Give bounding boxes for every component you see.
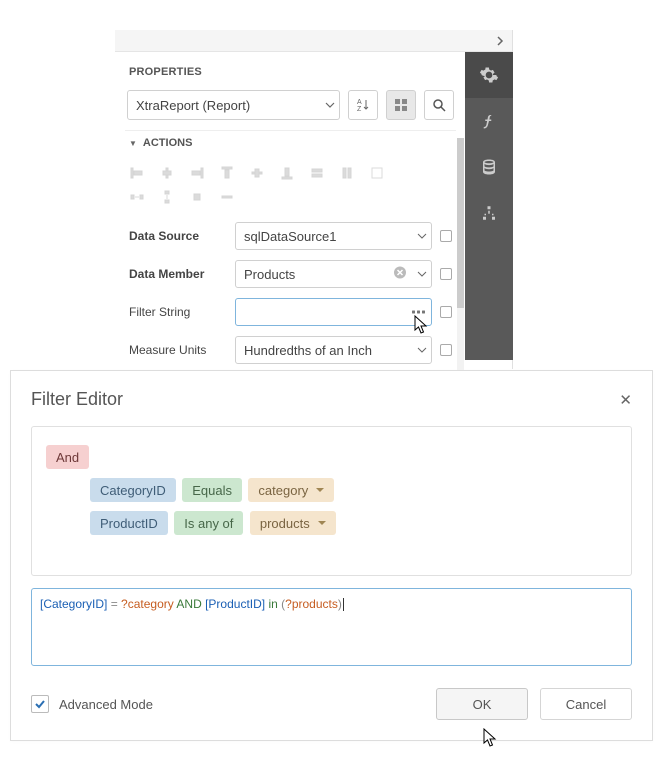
- sidebar: [465, 52, 513, 360]
- align-center-h-icon[interactable]: [159, 165, 175, 181]
- data-member-reset[interactable]: [440, 268, 452, 280]
- actions-toolbar: [125, 157, 456, 217]
- data-source-label: Data Source: [129, 229, 227, 243]
- advanced-mode-toggle[interactable]: Advanced Mode: [31, 695, 153, 713]
- svg-text:A: A: [357, 99, 362, 106]
- close-button[interactable]: ✕: [619, 391, 632, 409]
- filter-tree: And CategoryID Equals category ProductID…: [31, 426, 632, 576]
- align-left-icon[interactable]: [129, 165, 145, 181]
- properties-header: PROPERTIES: [125, 52, 456, 88]
- filter-editor-modal: Filter Editor ✕ And CategoryID Equals ca…: [10, 370, 653, 741]
- caret-down-icon: [417, 269, 427, 279]
- data-source-input[interactable]: sqlDataSource1: [235, 222, 432, 250]
- condition-row: CategoryID Equals category: [46, 478, 617, 502]
- same-size-icon[interactable]: [369, 165, 385, 181]
- vspace-icon[interactable]: [159, 189, 175, 205]
- measure-units-reset[interactable]: [440, 344, 452, 356]
- sidebar-fx[interactable]: [465, 98, 513, 144]
- object-select[interactable]: XtraReport (Report): [127, 90, 340, 120]
- same-width-icon[interactable]: [309, 165, 325, 181]
- sidebar-database[interactable]: [465, 144, 513, 190]
- operator-pill[interactable]: Equals: [182, 478, 242, 502]
- operator-pill[interactable]: Is any of: [174, 511, 243, 535]
- caret-down-icon: [417, 231, 427, 241]
- condition-row: ProductID Is any of products: [46, 511, 617, 535]
- same-height-icon[interactable]: [339, 165, 355, 181]
- search-icon: [432, 98, 446, 112]
- category-button[interactable]: [386, 90, 416, 120]
- cancel-button[interactable]: Cancel: [540, 688, 632, 720]
- sidebar-tree[interactable]: [465, 190, 513, 236]
- data-member-label: Data Member: [129, 267, 227, 281]
- filter-expression-editor[interactable]: [CategoryID] = ?category AND [ProductID]…: [31, 588, 632, 666]
- object-label: XtraReport (Report): [136, 98, 250, 113]
- sort-button[interactable]: AZ: [348, 90, 378, 120]
- checkbox-icon: [31, 695, 49, 713]
- group-operator[interactable]: And: [46, 445, 89, 469]
- filter-string-reset[interactable]: [440, 306, 452, 318]
- measure-units-label: Measure Units: [129, 343, 227, 357]
- value-pill[interactable]: category: [248, 478, 334, 502]
- sidebar-gear[interactable]: [465, 52, 513, 98]
- grid-icon: [394, 98, 408, 112]
- align-right-icon[interactable]: [189, 165, 205, 181]
- center-v-icon[interactable]: [219, 189, 235, 205]
- filter-string-label: Filter String: [129, 305, 227, 319]
- align-middle-icon[interactable]: [249, 165, 265, 181]
- filter-editor-title: Filter Editor: [31, 389, 123, 410]
- center-h-icon[interactable]: [189, 189, 205, 205]
- database-icon: [480, 158, 498, 176]
- ok-button[interactable]: OK: [436, 688, 528, 720]
- measure-units-input[interactable]: Hundredths of an Inch: [235, 336, 432, 364]
- actions-header[interactable]: ACTIONS: [125, 130, 456, 157]
- clear-icon[interactable]: [393, 266, 407, 283]
- hspace-icon[interactable]: [129, 189, 145, 205]
- align-bottom-icon[interactable]: [279, 165, 295, 181]
- caret-down-icon: [325, 100, 335, 110]
- field-pill[interactable]: CategoryID: [90, 478, 176, 502]
- data-source-reset[interactable]: [440, 230, 452, 242]
- search-button[interactable]: [424, 90, 454, 120]
- value-pill[interactable]: products: [250, 511, 336, 535]
- gear-icon: [479, 65, 499, 85]
- ellipsis-button[interactable]: [412, 311, 425, 314]
- sort-az-icon: AZ: [355, 97, 371, 113]
- svg-text:Z: Z: [357, 106, 362, 113]
- field-pill[interactable]: ProductID: [90, 511, 168, 535]
- align-top-icon[interactable]: [219, 165, 235, 181]
- filter-string-input[interactable]: [235, 298, 432, 326]
- caret-down-icon: [417, 345, 427, 355]
- collapse-chevron[interactable]: [115, 30, 512, 52]
- fx-icon: [480, 112, 498, 130]
- scrollbar[interactable]: [457, 138, 464, 390]
- data-member-input[interactable]: Products: [235, 260, 432, 288]
- tree-icon: [480, 204, 498, 222]
